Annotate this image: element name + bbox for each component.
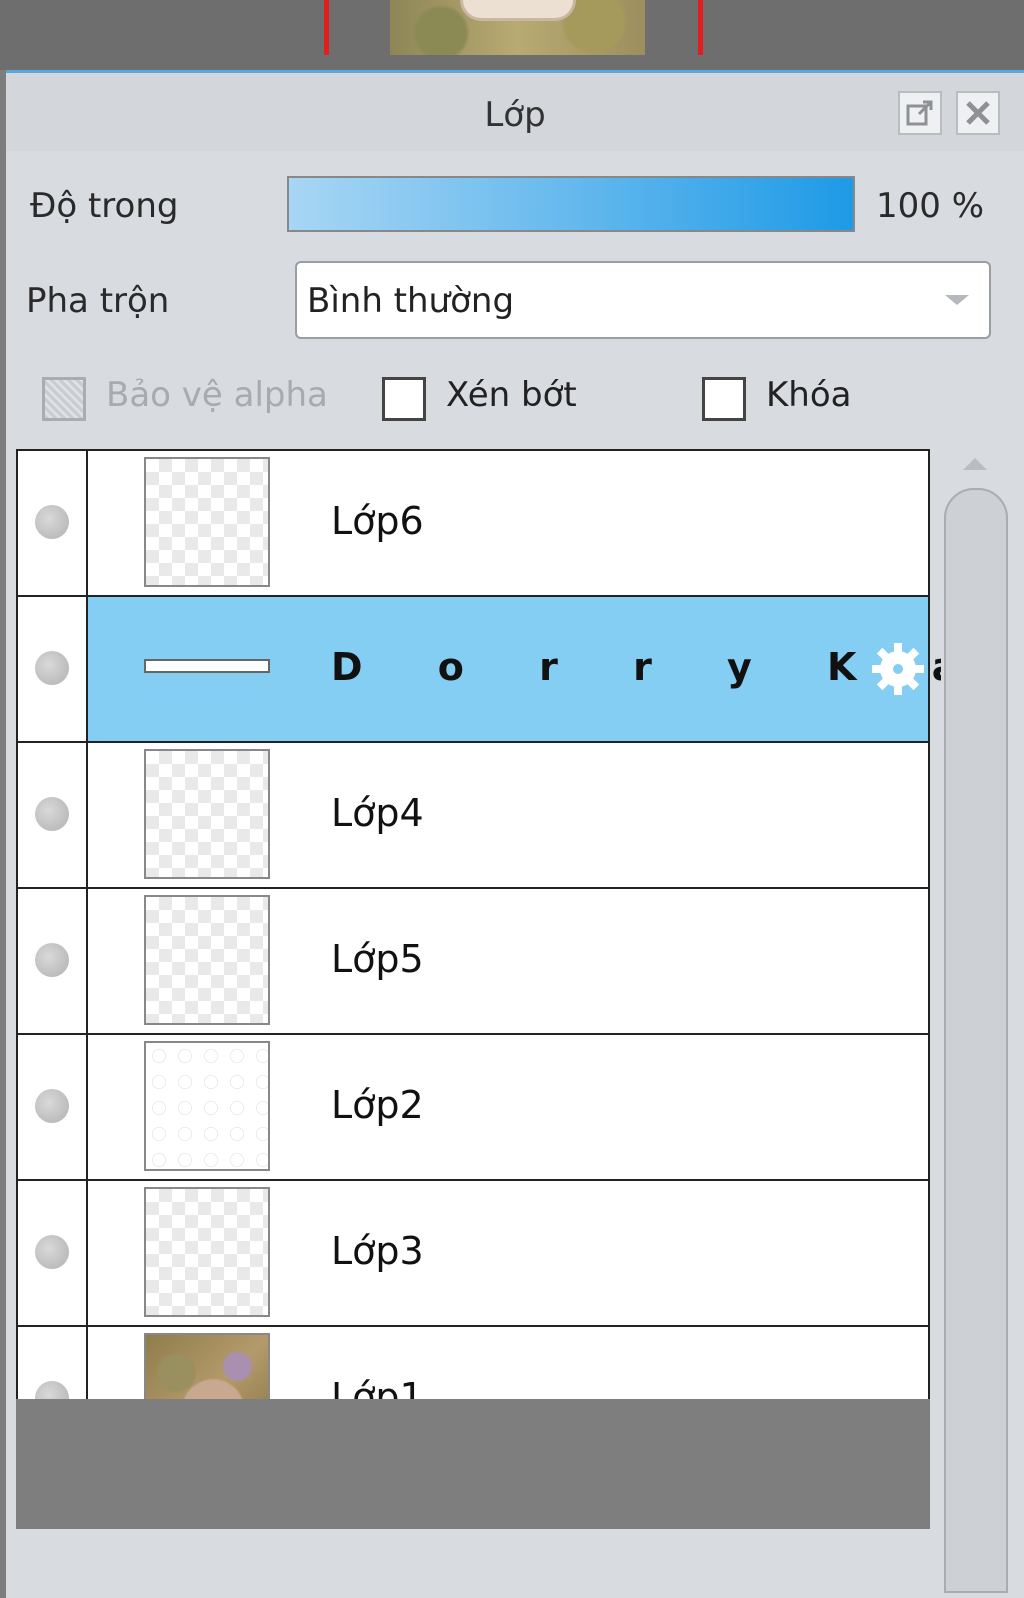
blend-mode-value: Bình thường: [307, 281, 515, 321]
layer-row-selected[interactable]: D o r r y K a t s: [18, 597, 941, 743]
visibility-dot-icon: [35, 505, 69, 539]
opacity-label: Độ trong: [30, 186, 179, 226]
navigator-thumbnail[interactable]: [390, 0, 645, 55]
layers-panel: Lớp Độ trong 100 % Pha trộn Bình thường …: [6, 70, 1024, 1598]
layer-thumbnail: [144, 457, 270, 587]
navigator-frame-right: [698, 0, 703, 55]
visibility-toggle[interactable]: [18, 889, 88, 1033]
clip-label: Xén bớt: [446, 375, 577, 415]
visibility-toggle[interactable]: [18, 597, 88, 741]
chevron-down-icon: [945, 295, 969, 305]
navigator-strip: [0, 0, 1024, 70]
layer-name: Lớp2: [331, 1083, 424, 1127]
scroll-up-icon[interactable]: [963, 458, 987, 470]
panel-title: Lớp: [484, 95, 546, 135]
layer-name: Lớp4: [331, 791, 424, 835]
protect-alpha-checkbox: [42, 377, 86, 421]
layer-row[interactable]: Lớp5: [18, 889, 928, 1035]
layer-row[interactable]: Lớp3: [18, 1181, 928, 1327]
layer-name: Lớp3: [331, 1229, 424, 1273]
layer-thumbnail: [144, 1187, 270, 1317]
layer-row[interactable]: Lớp6: [18, 451, 928, 597]
layer-name: D o r r y K a t s: [331, 645, 941, 689]
close-icon[interactable]: [956, 91, 1000, 135]
layer-thumbnail: [144, 895, 270, 1025]
layer-row[interactable]: Lớp2: [18, 1035, 928, 1181]
visibility-dot-icon: [35, 943, 69, 977]
layer-name: Lớp5: [331, 937, 424, 981]
layer-thumbnail: [144, 659, 270, 673]
layer-row[interactable]: Lớp4: [18, 743, 928, 889]
layer-name: Lớp6: [331, 499, 424, 543]
lock-label: Khóa: [766, 375, 852, 415]
visibility-toggle[interactable]: [18, 1181, 88, 1325]
visibility-toggle[interactable]: [18, 1035, 88, 1179]
layer-list: Lớp6 D o r r y K a t s: [16, 449, 941, 1473]
layer-thumbnail: [144, 1041, 270, 1171]
visibility-toggle[interactable]: [18, 451, 88, 595]
popout-icon[interactable]: [898, 91, 942, 135]
clip-checkbox[interactable]: [382, 377, 426, 421]
opacity-slider[interactable]: [287, 176, 855, 232]
lock-checkbox[interactable]: [702, 377, 746, 421]
layer-thumbnail: [144, 749, 270, 879]
blend-label: Pha trộn: [26, 281, 170, 321]
visibility-dot-icon: [35, 1089, 69, 1123]
panel-titlebar: Lớp: [6, 73, 1024, 151]
navigator-frame-left: [324, 0, 329, 55]
scrollbar[interactable]: [944, 488, 1008, 1593]
visibility-toggle[interactable]: [18, 743, 88, 887]
visibility-dot-icon: [35, 797, 69, 831]
opacity-value: 100 %: [876, 186, 985, 226]
visibility-dot-icon: [35, 1235, 69, 1269]
visibility-dot-icon: [35, 651, 69, 685]
layer-list-empty-area: [16, 1399, 930, 1529]
gear-icon[interactable]: [868, 639, 928, 699]
protect-alpha-label: Bảo vệ alpha: [106, 375, 328, 415]
blend-mode-select[interactable]: Bình thường: [295, 261, 991, 339]
